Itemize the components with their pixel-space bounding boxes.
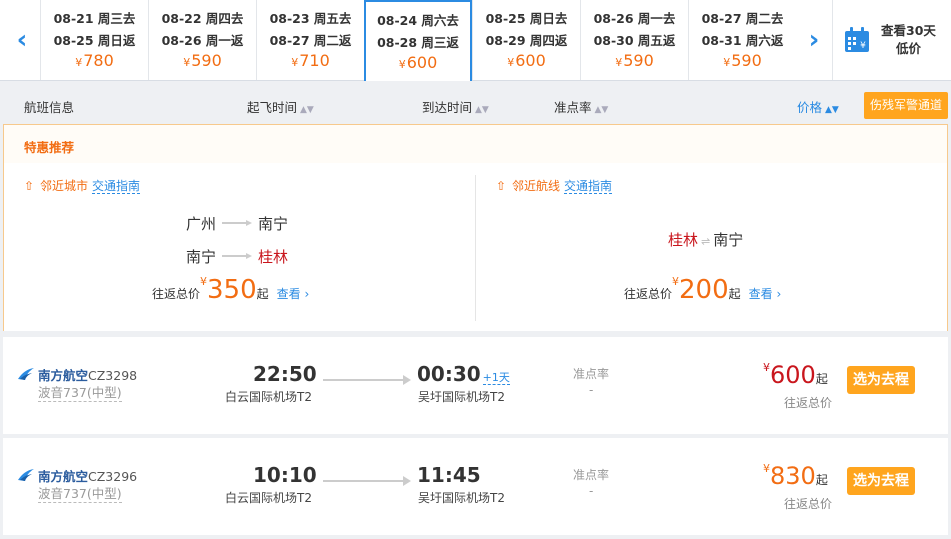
depart-date: 08-26 周一去 xyxy=(593,11,676,26)
chevron-left-icon: ‹ xyxy=(16,25,28,55)
sort-punctuality[interactable]: 准点率 ▲▼ xyxy=(554,97,608,116)
recommend-divider xyxy=(475,175,476,321)
date-price: ¥710 xyxy=(291,51,330,70)
depart-date: 08-22 周四去 xyxy=(161,11,244,26)
flight-price: ¥830起 xyxy=(763,462,828,490)
punctuality-value: - xyxy=(589,484,594,498)
punctuality-label: 准点率 xyxy=(573,367,610,381)
plane-type[interactable]: 波音737(中型) xyxy=(38,385,122,402)
airline-name: 南方航空CZ3298 xyxy=(38,368,138,383)
select-outbound-button[interactable]: 选为去程 xyxy=(847,467,915,495)
departure-airport: 白云国际机场T2 xyxy=(225,491,312,505)
departure-airport: 白云国际机场T2 xyxy=(225,390,312,404)
low-price-calendar-button[interactable]: ¥ 查看30天 低价 xyxy=(832,0,951,80)
return-date: 08-25 周日返 xyxy=(53,33,136,48)
departure-time: 22:50 xyxy=(253,362,317,386)
date-price: ¥600 xyxy=(507,51,546,70)
price-note: 往返总价 xyxy=(784,497,833,511)
nearby-route-icon: ⇧ xyxy=(496,179,507,193)
china-southern-logo-icon xyxy=(18,368,34,380)
sort-icon: ▲▼ xyxy=(300,105,314,115)
date-price: ¥590 xyxy=(723,51,762,70)
date-option[interactable]: 08-25 周日去 08-29 周四返 ¥600 xyxy=(472,0,580,80)
disabled-military-channel-button[interactable]: 伤残军警通道 xyxy=(864,92,948,119)
return-date: 08-31 周六返 xyxy=(701,33,784,48)
recommend-title: 特惠推荐 xyxy=(24,140,75,155)
depart-date: 08-21 周三去 xyxy=(53,11,136,26)
departure-time: 10:10 xyxy=(253,463,317,487)
depart-date: 08-24 周六去 xyxy=(377,13,459,28)
sort-depart-time[interactable]: 起飞时间 ▲▼ xyxy=(247,97,314,116)
nearby-route-header: ⇧ 邻近航线 交通指南 xyxy=(496,179,613,194)
flight-arrow-icon xyxy=(323,375,411,385)
date-price: ¥600 xyxy=(398,53,438,72)
date-option[interactable]: 08-23 周五去 08-27 周二返 ¥710 xyxy=(256,0,364,80)
return-date: 08-30 周五返 xyxy=(593,33,676,48)
sort-price[interactable]: 价格 ▲▼ xyxy=(797,97,839,116)
nearby-city-icon: ⇧ xyxy=(24,179,35,193)
sort-icon: ▲▼ xyxy=(475,105,489,115)
flight-info-header: 航班信息 xyxy=(24,100,75,115)
recommend-content: ⇧ 邻近城市 交通指南 广州 南宁 南宁 桂林 往返总价¥350起 查看 › ⇧ 邻近航线交… xyxy=(4,163,947,331)
date-option[interactable]: 08-26 周一去 08-30 周五返 ¥590 xyxy=(580,0,688,80)
punctuality-value: - xyxy=(589,383,594,397)
select-outbound-button[interactable]: 选为去程 xyxy=(847,366,915,394)
return-date: 08-27 周二返 xyxy=(269,33,352,48)
date-option[interactable]: 08-22 周四去 08-26 周一返 ¥590 xyxy=(148,0,256,80)
sort-arrive-time[interactable]: 到达时间 ▲▼ xyxy=(422,97,489,116)
nearby-city-guide-link[interactable]: 交通指南 xyxy=(92,179,141,194)
punctuality-label: 准点率 xyxy=(573,468,610,482)
nearby-route-price: 往返总价¥200起 查看 › xyxy=(624,275,782,305)
flight-arrow-icon xyxy=(323,476,411,486)
sort-icon: ▲▼ xyxy=(594,105,609,115)
nearby-city-price: 往返总价¥350起 查看 › xyxy=(152,275,310,305)
nearby-city-route-2[interactable]: 南宁 桂林 xyxy=(186,246,288,267)
nearby-city-header: ⇧ 邻近城市 交通指南 xyxy=(24,179,141,194)
next-dates-button[interactable]: › xyxy=(794,0,834,80)
calendar-label: 查看30天 低价 xyxy=(881,23,936,56)
date-price: ¥780 xyxy=(75,51,114,70)
chevron-right-icon: › xyxy=(808,25,820,55)
airline-name: 南方航空CZ3296 xyxy=(38,469,138,484)
date-option[interactable]: 08-27 周二去 08-31 周六返 ¥590 xyxy=(688,0,796,80)
china-southern-logo-icon xyxy=(18,469,34,481)
date-option[interactable]: 08-24 周六去 08-28 周三返 ¥600 xyxy=(364,0,472,81)
calendar-icon: ¥ xyxy=(845,27,869,52)
special-recommend-panel: 特惠推荐 ⇧ 邻近城市 交通指南 广州 南宁 南宁 桂林 往返总价¥350起 查看 › ⇧… xyxy=(3,124,948,331)
nearby-route-view-link[interactable]: 查看 › xyxy=(749,287,782,301)
plane-type[interactable]: 波音737(中型) xyxy=(38,486,122,503)
next-day-tag[interactable]: +1天 xyxy=(482,371,510,385)
nearby-city-view-link[interactable]: 查看 › xyxy=(277,287,310,301)
arrow-right-icon xyxy=(222,220,253,226)
sort-bar: 航班信息 起飞时间 ▲▼ 到达时间 ▲▼ 准点率 ▲▼ 价格 ▲▼ 伤残军警通道 xyxy=(0,91,951,121)
date-option[interactable]: 08-21 周三去 08-25 周日返 ¥780 xyxy=(40,0,148,80)
nearby-city-route-1[interactable]: 广州 南宁 xyxy=(186,213,288,234)
round-trip-icon: ⇌ xyxy=(701,235,711,248)
sort-icon: ▲▼ xyxy=(825,105,839,115)
depart-date: 08-25 周日去 xyxy=(485,11,568,26)
date-price: ¥590 xyxy=(615,51,654,70)
flight-price: ¥600起 xyxy=(763,361,828,389)
nearby-route-guide-link[interactable]: 交通指南 xyxy=(564,179,613,194)
arrival-time: 11:45 xyxy=(417,463,481,487)
date-price: ¥590 xyxy=(183,51,222,70)
flight-card: 南方航空CZ3296 波音737(中型) 10:10 白云国际机场T2 11:45 吴圩国… xyxy=(3,438,948,535)
arrival-time: 00:30 +1天 xyxy=(417,362,510,386)
return-date: 08-28 周三返 xyxy=(377,35,459,50)
price-note: 往返总价 xyxy=(784,396,833,410)
return-date: 08-26 周一返 xyxy=(161,33,244,48)
depart-date: 08-23 周五去 xyxy=(269,11,352,26)
arrival-airport: 吴圩国际机场T2 xyxy=(418,491,505,505)
prev-dates-button[interactable]: ‹ xyxy=(2,0,42,80)
depart-date: 08-27 周二去 xyxy=(701,11,784,26)
nearby-route[interactable]: 桂林 ⇌ 南宁 xyxy=(668,229,743,250)
return-date: 08-29 周四返 xyxy=(485,33,568,48)
date-bar: ‹ 08-21 周三去 08-25 周日返 ¥780 08-22 周四去 08-26 周… xyxy=(0,0,951,81)
svg-text:¥: ¥ xyxy=(860,41,866,51)
arrow-right-icon xyxy=(222,253,253,259)
arrival-airport: 吴圩国际机场T2 xyxy=(418,390,505,404)
date-list: 08-21 周三去 08-25 周日返 ¥780 08-22 周四去 08-26 周一返… xyxy=(40,0,796,81)
flight-card: 南方航空CZ3298 波音737(中型) 22:50 白云国际机场T2 00:30 +1天… xyxy=(3,337,948,434)
